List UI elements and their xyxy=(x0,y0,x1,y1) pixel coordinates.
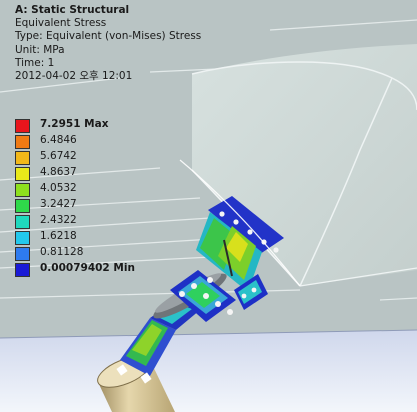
legend-swatch xyxy=(15,263,30,277)
legend-label: 0.00079402 Min xyxy=(40,262,135,274)
legend-swatch xyxy=(15,119,30,133)
result-name: Equivalent Stress xyxy=(15,17,107,30)
legend-swatch xyxy=(15,231,30,245)
legend-swatch xyxy=(15,247,30,261)
result-date: 2012-04-02 오후 12:01 xyxy=(15,70,133,83)
legend-label: 0.81128 xyxy=(40,246,84,258)
legend-label: 5.6742 xyxy=(40,150,77,162)
legend-swatch xyxy=(15,167,30,181)
legend-label: 4.0532 xyxy=(40,182,77,194)
legend-label: 6.4846 xyxy=(40,134,77,146)
legend-label: 3.2427 xyxy=(40,198,77,210)
legend-label: 2.4322 xyxy=(40,214,77,226)
legend-label: 1.6218 xyxy=(40,230,77,242)
legend-swatch xyxy=(15,199,30,213)
legend-swatch xyxy=(15,215,30,229)
legend-label: 7.2951 Max xyxy=(40,118,109,130)
legend-label: 4.8637 xyxy=(40,166,77,178)
result-unit: Unit: MPa xyxy=(15,43,65,56)
legend-swatch xyxy=(15,151,30,165)
legend-swatch xyxy=(15,183,30,197)
legend-swatch xyxy=(15,135,30,149)
analysis-title: A: Static Structural xyxy=(15,4,130,16)
result-type: Type: Equivalent (von-Mises) Stress xyxy=(15,30,202,43)
result-time: Time: 1 xyxy=(15,56,55,69)
graphics-viewport[interactable]: A: Static Structural Equivalent Stress T… xyxy=(0,0,417,412)
floor xyxy=(0,330,417,412)
result-header: A: Static Structural Equivalent Stress T… xyxy=(15,4,201,83)
